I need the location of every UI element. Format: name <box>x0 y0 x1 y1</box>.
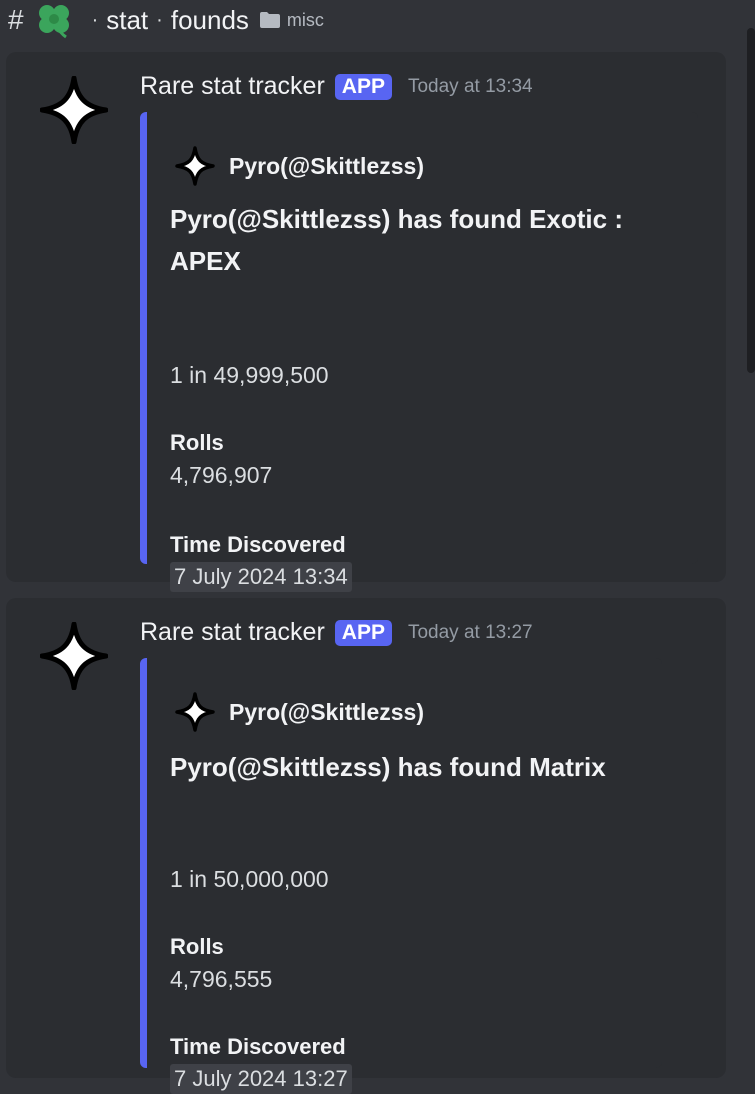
field-name-rolls: Rolls <box>170 430 224 455</box>
channel-separator: · <box>91 8 99 31</box>
author-name[interactable]: Rare stat tracker <box>140 72 325 101</box>
channel-name-part1[interactable]: stat <box>106 5 148 36</box>
embed-author-name: Pyro(@Skittlezss) <box>229 152 424 179</box>
channel-separator: · <box>156 8 163 31</box>
field-name-rolls: Rolls <box>170 934 224 959</box>
sparkle-star-icon <box>175 692 215 732</box>
field-value-time[interactable]: 7 July 2024 13:34 <box>170 562 352 592</box>
embed-body: Pyro(@Skittlezss) Pyro(@Skittlezss) has … <box>147 112 698 592</box>
embed: Pyro(@Skittlezss) Pyro(@Skittlezss) has … <box>140 658 662 1094</box>
message-header: Rare stat tracker APP Today at 13:34 <box>140 72 533 101</box>
field-value-rolls: 4,796,907 <box>170 462 273 488</box>
author-name[interactable]: Rare stat tracker <box>140 618 325 647</box>
app-badge: APP <box>334 73 392 100</box>
embed-author: Pyro(@Skittlezss) <box>175 692 424 732</box>
sparkle-star-icon[interactable] <box>40 622 108 690</box>
message[interactable]: Rare stat tracker APP Today at 13:34 Pyr… <box>6 52 726 592</box>
message-header: Rare stat tracker APP Today at 13:27 <box>140 618 533 647</box>
sparkle-star-icon <box>175 146 215 186</box>
field-name-time: Time Discovered <box>170 1034 346 1059</box>
message[interactable]: Rare stat tracker APP Today at 13:27 Pyr… <box>6 598 726 1094</box>
sparkle-star-icon[interactable] <box>40 76 108 144</box>
embed-author: Pyro(@Skittlezss) <box>175 146 424 186</box>
embed-title: Pyro(@Skittlezss) has found Matrix <box>170 752 606 782</box>
hash-icon: # <box>8 4 24 35</box>
four-leaf-clover-icon <box>38 5 69 39</box>
timestamp[interactable]: Today at 13:27 <box>408 622 533 644</box>
embed-author-name: Pyro(@Skittlezss) <box>229 698 424 725</box>
timestamp[interactable]: Today at 13:34 <box>408 76 533 98</box>
channel-header: # · stat · founds misc <box>0 0 755 40</box>
embed-odds: 1 in 50,000,000 <box>170 866 329 892</box>
field-value-rolls: 4,796,555 <box>170 966 273 992</box>
folder-icon <box>259 12 280 28</box>
channel-name-part2[interactable]: founds <box>171 5 249 36</box>
scrollbar[interactable] <box>747 28 755 373</box>
app-badge: APP <box>334 619 392 646</box>
field-name-time: Time Discovered <box>170 532 346 557</box>
channel-category[interactable]: misc <box>287 10 324 31</box>
embed-title: Pyro(@Skittlezss) has found Exotic : APE… <box>170 204 623 276</box>
embed-body: Pyro(@Skittlezss) Pyro(@Skittlezss) has … <box>147 658 662 1094</box>
embed-odds: 1 in 49,999,500 <box>170 362 329 388</box>
embed: Pyro(@Skittlezss) Pyro(@Skittlezss) has … <box>140 112 698 592</box>
